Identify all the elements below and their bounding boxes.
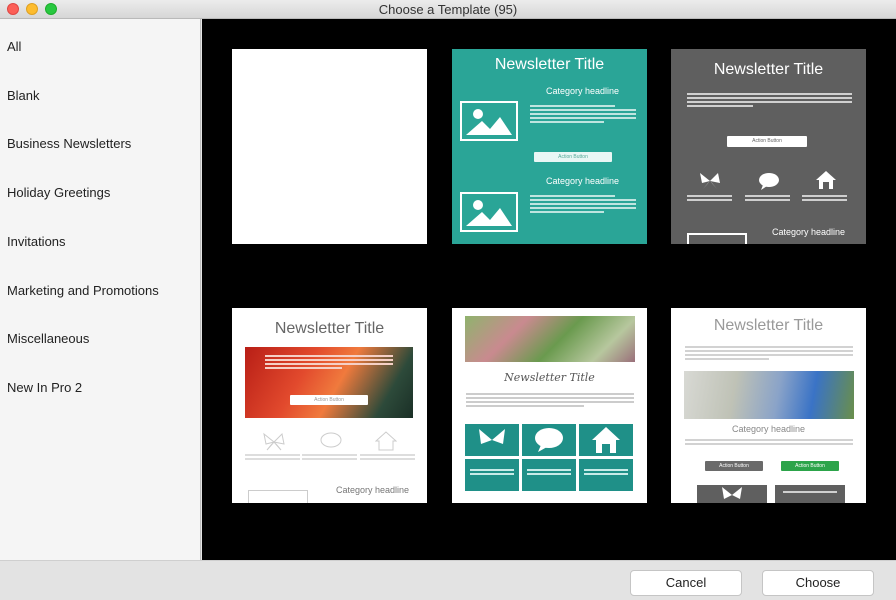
speech-bubble-icon — [759, 173, 779, 190]
sidebar-item-blank[interactable]: Blank — [7, 88, 40, 103]
text-lines — [360, 454, 415, 462]
speech-bubble-icon — [535, 428, 563, 452]
choose-button[interactable]: Choose — [762, 570, 874, 596]
butterfly-icon — [700, 173, 720, 189]
tile — [522, 459, 576, 491]
category-sidebar: All Blank Business Newsletters Holiday G… — [0, 19, 201, 560]
sidebar-item-marketing-promotions[interactable]: Marketing and Promotions — [7, 283, 159, 298]
tile — [465, 459, 519, 491]
home-icon — [375, 431, 397, 451]
leaf-hero-image — [465, 316, 635, 362]
template-headline: Category headline — [335, 485, 410, 495]
butterfly-icon — [722, 487, 742, 499]
template-title: Newsletter Title — [274, 320, 385, 337]
template-grid: Newsletter Title Category headline Actio… — [202, 19, 896, 560]
text-lines — [530, 195, 636, 215]
tile — [697, 485, 767, 503]
text-lines — [745, 195, 790, 203]
template-title: Newsletter Title — [713, 61, 824, 78]
text-lines — [687, 93, 852, 109]
image-placeholder-icon — [248, 490, 308, 503]
template-blank-thumbnail[interactable] — [232, 49, 427, 244]
cancel-button[interactable]: Cancel — [630, 570, 742, 596]
template-headline: Category headline — [731, 424, 806, 434]
image-placeholder-icon — [460, 101, 518, 141]
dialog-footer: Cancel Choose — [0, 560, 896, 600]
template-title: Newsletter Title — [504, 371, 595, 384]
tile — [579, 424, 633, 456]
sidebar-item-invitations[interactable]: Invitations — [7, 234, 66, 249]
home-icon — [592, 427, 620, 453]
sidebar-item-miscellaneous[interactable]: Miscellaneous — [7, 331, 89, 346]
window-titlebar: Choose a Template (95) — [0, 0, 896, 19]
sidebar-item-all[interactable]: All — [7, 39, 21, 54]
template-action-button: Action Button — [534, 152, 612, 162]
text-lines — [802, 195, 847, 203]
template-action-button: Action Button — [781, 461, 839, 471]
text-lines — [302, 454, 357, 462]
tile — [465, 424, 519, 456]
tile — [579, 459, 633, 491]
template-action-button: Action Button — [290, 395, 368, 405]
text-lines — [685, 346, 853, 362]
text-lines — [466, 393, 634, 409]
template-headline: Category headline — [545, 86, 620, 96]
tile — [775, 485, 845, 503]
template-action-button: Action Button — [705, 461, 763, 471]
text-lines — [687, 195, 732, 203]
window-title: Choose a Template (95) — [378, 2, 518, 17]
tile — [522, 424, 576, 456]
template-blossom-thumbnail[interactable]: Newsletter Title Category headline Actio… — [671, 308, 866, 503]
template-teal-thumbnail[interactable]: Newsletter Title Category headline Actio… — [452, 49, 647, 244]
text-lines — [530, 105, 636, 125]
speech-bubble-icon — [320, 432, 342, 448]
sidebar-item-business-newsletters[interactable]: Business Newsletters — [7, 136, 131, 151]
image-placeholder-icon — [687, 233, 747, 244]
template-title: Newsletter Title — [713, 317, 824, 334]
template-title: Newsletter Title — [494, 56, 605, 73]
template-action-button: Action Button — [727, 136, 807, 147]
flower-hero-image: Action Button — [245, 347, 413, 418]
butterfly-icon — [479, 429, 505, 452]
sidebar-item-new-in-pro-2[interactable]: New In Pro 2 — [7, 380, 82, 395]
template-gray-thumbnail[interactable]: Newsletter Title Action Button Category … — [671, 49, 866, 244]
blossom-hero-image — [684, 371, 854, 419]
sidebar-item-holiday-greetings[interactable]: Holiday Greetings — [7, 185, 110, 200]
template-leaf-thumbnail[interactable]: Newsletter Title — [452, 308, 647, 503]
template-red-flower-thumbnail[interactable]: Newsletter Title Action Button Category … — [232, 308, 427, 503]
text-lines — [245, 454, 300, 462]
butterfly-icon — [263, 432, 285, 451]
image-placeholder-icon — [460, 192, 518, 232]
template-headline: Category headline — [771, 227, 846, 237]
template-headline: Category headline — [545, 176, 620, 186]
home-icon — [816, 171, 836, 189]
text-lines — [685, 439, 853, 447]
